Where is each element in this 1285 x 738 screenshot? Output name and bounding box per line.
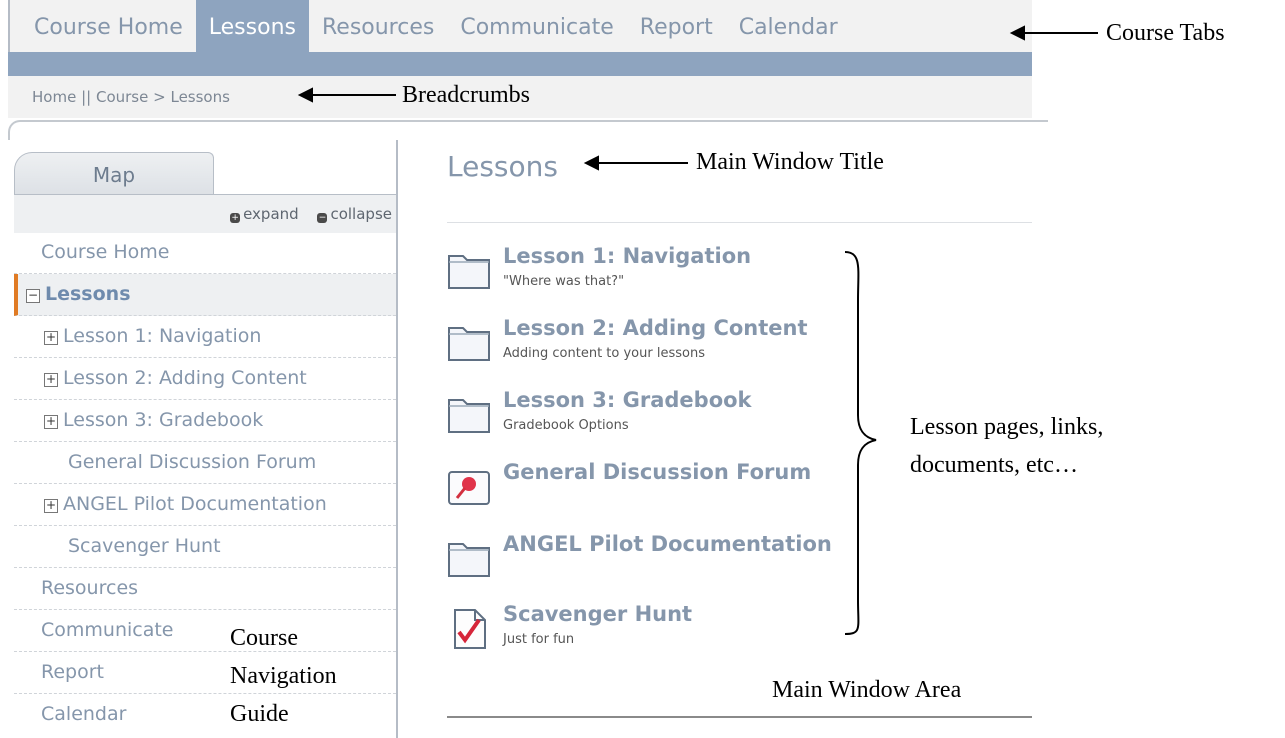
nav-item-label: General Discussion Forum	[68, 451, 317, 473]
nav-list: Course Home − Lessons + Lesson 1: Navigati…	[14, 232, 396, 736]
nav-item-lesson-1[interactable]: + Lesson 1: Navigation	[14, 316, 396, 358]
annotation-course-nav-line2: Navigation	[230, 663, 337, 689]
nav-item-general-discussion-forum[interactable]: General Discussion Forum	[14, 442, 396, 484]
map-tab[interactable]: Map	[14, 152, 214, 194]
lesson-description: Just for fun	[503, 632, 575, 647]
minus-icon: −	[317, 213, 328, 223]
nav-item-label: ANGEL Pilot Documentation	[63, 493, 327, 515]
divider	[447, 222, 1032, 223]
annotation-main-window-title: Main Window Title	[696, 149, 884, 175]
nav-item-label: Resources	[41, 577, 139, 599]
main-window-bottom-rule	[447, 716, 1032, 718]
breadcrumb-current: Lessons	[170, 88, 230, 106]
breadcrumb-separator: ||	[81, 88, 92, 106]
expand-label: expand	[243, 205, 299, 223]
annotation-lesson-pages-line1: Lesson pages, links,	[910, 414, 1104, 440]
folder-icon	[448, 255, 490, 289]
lesson-title[interactable]: Lesson 2: Adding Content	[503, 316, 808, 340]
nav-item-label: Communicate	[41, 619, 174, 641]
tab-report[interactable]: Report	[627, 0, 726, 52]
nav-item-scavenger-hunt[interactable]: Scavenger Hunt	[14, 526, 396, 568]
nav-item-label: Calendar	[41, 703, 127, 725]
annotation-course-tabs: Course Tabs	[1106, 20, 1225, 46]
annotation-course-nav-line3: Guide	[230, 701, 289, 727]
nav-item-label: Lesson 2: Adding Content	[63, 367, 307, 389]
tab-resources[interactable]: Resources	[309, 0, 447, 52]
folder-icon	[448, 399, 490, 433]
breadcrumb: Home || Course > Lessons	[32, 88, 230, 106]
breadcrumb-course[interactable]: Course	[96, 88, 148, 106]
nav-item-resources[interactable]: Resources	[14, 568, 396, 610]
folder-icon	[448, 327, 490, 361]
tab-lessons[interactable]: Lessons	[195, 0, 309, 52]
course-tabs-bar: Course Home Lessons Resources Communicat…	[8, 0, 1032, 76]
nav-item-report[interactable]: Report	[14, 652, 396, 694]
nav-item-label: Course Home	[41, 241, 170, 263]
lesson-title[interactable]: Lesson 3: Gradebook	[503, 388, 752, 412]
nav-item-label: Lesson 1: Navigation	[63, 325, 262, 347]
tab-communicate[interactable]: Communicate	[447, 0, 626, 52]
expand-toggle-icon[interactable]: +	[44, 499, 58, 513]
nav-item-lessons[interactable]: − Lessons	[14, 274, 396, 316]
expand-toggle-icon[interactable]: +	[44, 415, 58, 429]
annotation-breadcrumbs: Breadcrumbs	[402, 82, 530, 108]
expand-button[interactable]: + expand	[230, 205, 299, 223]
lesson-title[interactable]: Lesson 1: Navigation	[503, 244, 751, 268]
lesson-title[interactable]: ANGEL Pilot Documentation	[503, 532, 832, 556]
course-tabs: Course Home Lessons Resources Communicat…	[8, 0, 1032, 52]
expand-toggle-icon[interactable]: +	[44, 373, 58, 387]
nav-item-angel-pilot-documentation[interactable]: + ANGEL Pilot Documentation	[14, 484, 396, 526]
course-navigation-guide: Map + expand − collapse Course Home − Lesso…	[14, 140, 398, 738]
collapse-button[interactable]: − collapse	[317, 205, 392, 223]
curly-brace	[844, 251, 877, 635]
lesson-description: "Where was that?"	[503, 274, 625, 289]
nav-item-label: Lesson 3: Gradebook	[63, 409, 264, 431]
plus-icon: +	[230, 213, 241, 223]
content-frame-top	[8, 120, 1048, 140]
lesson-title[interactable]: Scavenger Hunt	[503, 602, 692, 626]
lesson-description: Adding content to your lessons	[503, 346, 705, 361]
nav-item-course-home[interactable]: Course Home	[14, 232, 396, 274]
checked-document-icon	[454, 609, 486, 649]
nav-item-label: Report	[41, 661, 104, 683]
nav-item-calendar[interactable]: Calendar	[14, 694, 396, 736]
collapse-label: collapse	[330, 205, 392, 223]
nav-item-lesson-3[interactable]: + Lesson 3: Gradebook	[14, 400, 396, 442]
annotation-lesson-pages-line2: documents, etc…	[910, 452, 1078, 478]
folder-icon	[448, 543, 490, 577]
breadcrumb-arrow: >	[153, 88, 166, 106]
nav-item-lesson-2[interactable]: + Lesson 2: Adding Content	[14, 358, 396, 400]
nav-item-label: Lessons	[45, 283, 131, 305]
lesson-description: Gradebook Options	[503, 418, 629, 433]
lesson-title[interactable]: General Discussion Forum	[503, 460, 811, 484]
collapse-toggle-icon[interactable]: −	[26, 289, 40, 303]
forum-pin-icon	[448, 471, 490, 505]
page-title: Lessons	[447, 150, 558, 183]
breadcrumb-home[interactable]: Home	[32, 88, 76, 106]
annotation-course-nav-line1: Course	[230, 625, 298, 651]
map-toolbar: + expand − collapse	[14, 194, 396, 233]
annotation-main-window-area: Main Window Area	[772, 677, 962, 703]
expand-toggle-icon[interactable]: +	[44, 331, 58, 345]
arrow-main-window-title	[583, 155, 688, 171]
tab-calendar[interactable]: Calendar	[726, 0, 851, 52]
nav-item-label: Scavenger Hunt	[68, 535, 221, 557]
tab-course-home[interactable]: Course Home	[10, 0, 196, 52]
nav-item-communicate[interactable]: Communicate	[14, 610, 396, 652]
